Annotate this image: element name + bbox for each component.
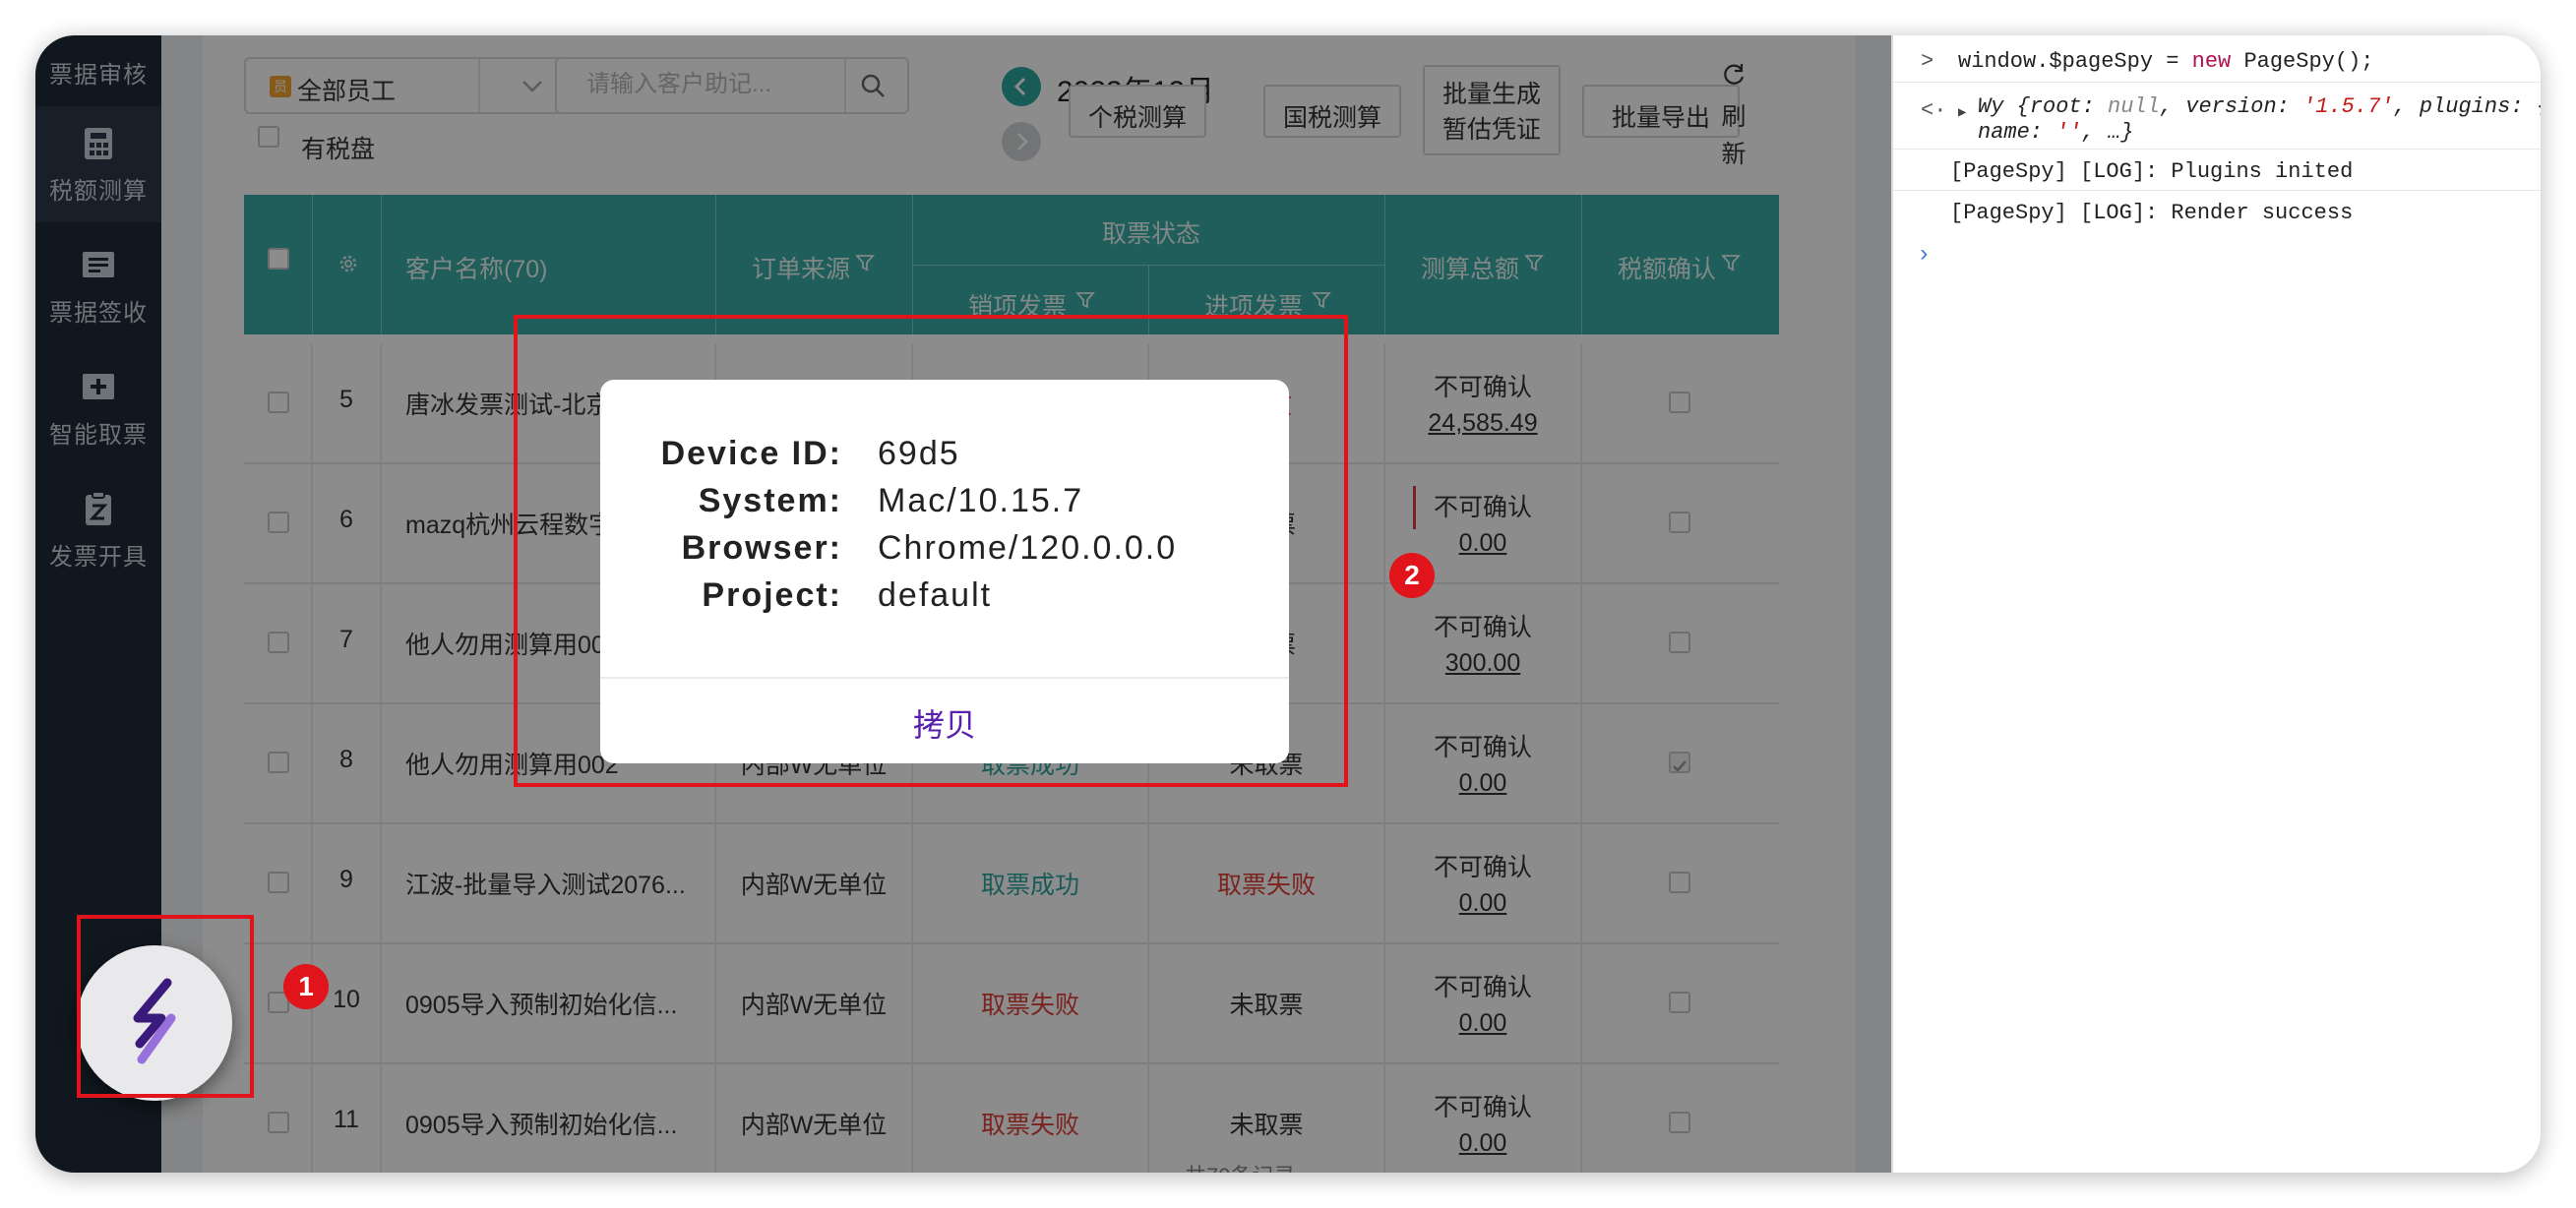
cmd-keyword: new [2191,49,2232,74]
marker-badge-2: 2 [1389,553,1435,598]
return-arrow-icon: <· [1921,98,1947,123]
console-command[interactable]: window.$pageSpy = new PageSpy(); [1958,49,2373,74]
marker-badge-1: 1 [283,964,329,1009]
result-name-post: , …} [2081,120,2134,145]
console-log-text: [PageSpy] [LOG]: Render success [1950,201,2354,225]
console-result-line-2: name: '', …} [1978,120,2133,145]
cmd-pre: window.$pageSpy = [1958,49,2192,74]
result-post: , plugins: {…} [2393,94,2542,119]
result-name-val: '' [2055,120,2082,145]
highlight-box-modal [514,315,1348,787]
console-prompt-chevron-icon[interactable]: › [1917,242,1931,269]
result-verval: '1.5.7' [2302,94,2394,119]
prompt-chevron-icon: > [1921,49,1934,74]
devtools-console: > window.$pageSpy = new PageSpy(); <· ▶ … [1891,35,2541,1173]
console-result-row[interactable]: <· ▶ Wy {root: null, version: '1.5.7', p… [1893,83,2541,150]
expand-triangle-icon[interactable]: ▶ [1958,104,1966,121]
app-window: 票据审核 税额测算 票据签收 智能取票 发票开具 员 全部员工 请输入客户助记.… [35,35,2541,1173]
result-name: name: [1978,120,2056,145]
console-log-row: [PageSpy] [LOG]: Plugins inited [1893,150,2541,191]
highlight-box-float-button [77,915,254,1098]
console-result-line-1: Wy {root: null, version: '1.5.7', plugin… [1978,94,2541,119]
console-input-row: > window.$pageSpy = new PageSpy(); [1893,35,2541,83]
console-log-text: [PageSpy] [LOG]: Plugins inited [1950,159,2354,184]
result-root: root: [2029,94,2109,119]
result-ver: , version: [2159,94,2303,119]
cmd-post: PageSpy(); [2231,49,2374,74]
console-log-row: [PageSpy] [LOG]: Render success [1893,191,2541,232]
result-null: null [2108,94,2160,119]
result-pre: Wy { [1978,94,2030,119]
